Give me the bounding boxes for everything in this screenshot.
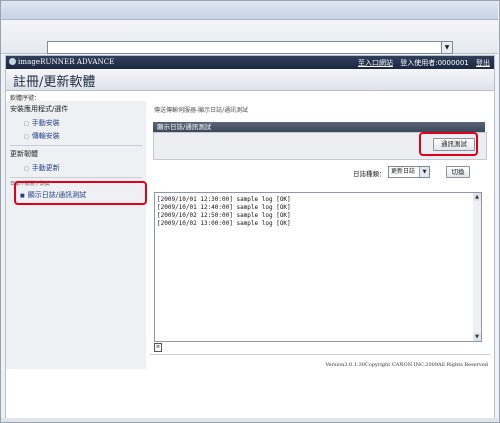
window-titlebar [1,1,498,20]
window-bottom-bar [1,418,498,422]
select-arrow-icon: ▼ [419,167,429,177]
top-links: 至入口網站 登入使用者:0000001 登出 [353,58,490,68]
sidebar-item-manual-update[interactable]: 手動更新 [24,163,60,173]
sidebar-section-install: 安裝應用程式/選件 [10,105,69,113]
highlight-sidebar-item [14,181,147,205]
web-page: imageRUNNER ADVANCE 至入口網站 登入使用者:0000001 … [5,55,495,419]
log-line: [2009/10/01 12:40:00] sample log [OK] [157,204,291,211]
address-bar: ▼ [1,20,498,54]
scroll-up-icon[interactable]: ▲ [473,193,481,201]
app-title-bar: 註冊/更新軟體 [6,69,494,91]
login-user-text: 登入使用者:0000001 [400,59,469,67]
log-type-select[interactable]: 更新日誌 ▼ [388,166,430,178]
brand-bar: imageRUNNER ADVANCE 至入口網站 登入使用者:0000001 … [6,56,494,69]
copyright-footer: Version3.0.1.30Copyright CANON INC.2009A… [325,362,488,368]
page-title: 註冊/更新軟體 [13,75,96,90]
log-scrollbar[interactable]: ▲ ▼ [473,192,482,342]
sidebar: 安裝應用程式/選件 手動安裝 傳輸安裝 更新韌體 手動更新 日誌 / 狀態 / … [6,101,146,369]
canon-logo-icon [9,58,16,65]
log-type-label: 日誌種類： [353,170,386,178]
brand-name: imageRUNNER ADVANCE [18,58,115,66]
sidebar-section-firmware: 更新韌體 [10,150,38,158]
main-breadcrumb: 傳送傳輸伺服器-顯示日誌/通訊測試 [154,107,249,114]
log-type-value: 更新日誌 [391,168,416,175]
address-input[interactable] [47,41,447,54]
sidebar-divider [10,145,142,146]
sidebar-item-delivered-install[interactable]: 傳輸安裝 [24,131,60,141]
log-textarea[interactable]: [2009/10/01 12:30:00] sample log [OK] [2… [154,192,475,342]
address-dropdown-button[interactable]: ▼ [441,41,453,54]
sidebar-item-manual-install[interactable]: 手動安裝 [24,118,60,128]
brand-logo: imageRUNNER ADVANCE [9,58,114,66]
log-line: [2009/10/02 12:50:00] sample log [OK] [157,212,291,219]
page-icon[interactable]: ≡ [154,343,162,352]
footer-divider [150,354,490,355]
logout-link[interactable]: 登出 [476,59,490,67]
highlight-test-button [419,132,478,156]
switch-button[interactable]: 切換 [446,166,470,178]
sidebar-divider [10,177,142,178]
panel-title: 顯示日誌/通訊測試 [153,122,485,132]
log-line: [2009/10/02 13:00:00] sample log [OK] [157,220,291,227]
scroll-down-icon[interactable]: ▼ [473,333,481,341]
portal-link[interactable]: 至入口網站 [358,59,393,67]
log-line: [2009/10/01 12:30:00] sample log [OK] [157,196,291,203]
